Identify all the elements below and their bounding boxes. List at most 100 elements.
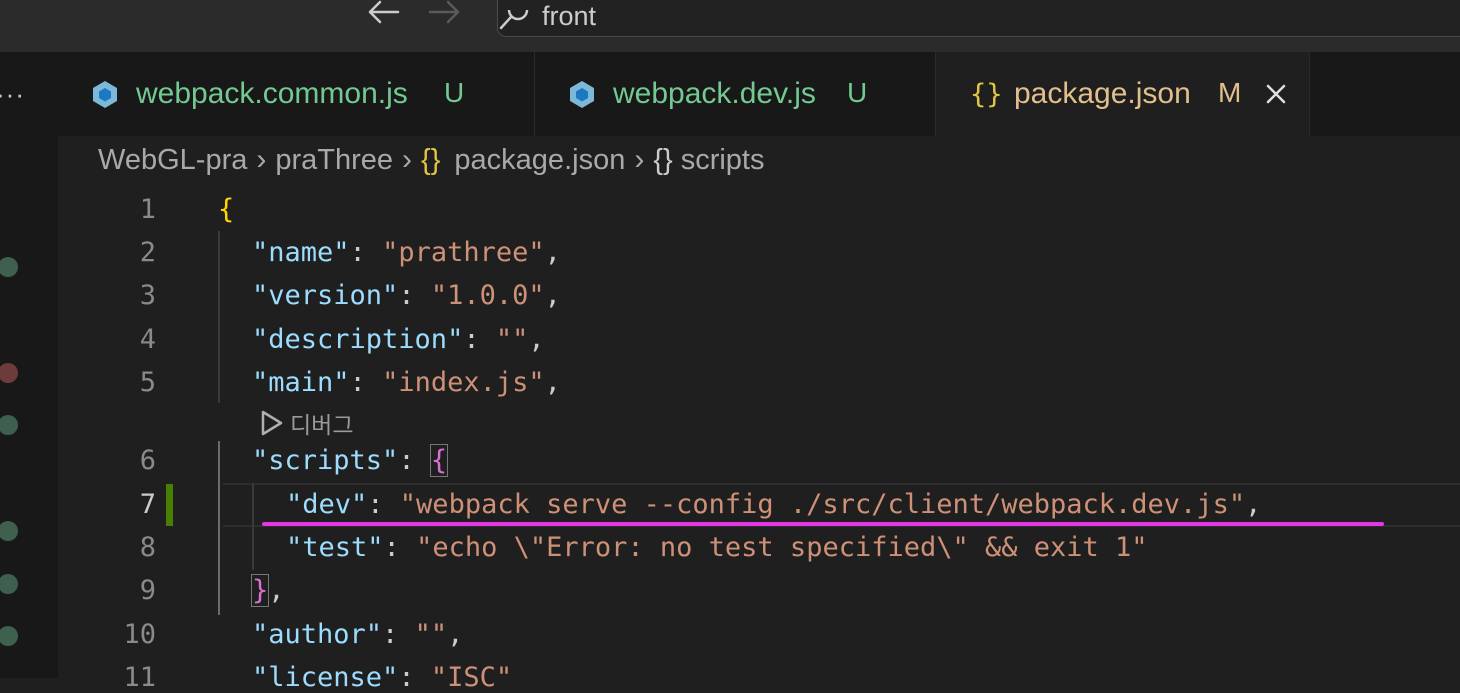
scm-decoration-dot bbox=[0, 363, 18, 383]
highlight-underline bbox=[262, 522, 1384, 526]
ellipsis-icon[interactable]: ··· bbox=[0, 81, 25, 107]
indent-guide-active bbox=[218, 441, 220, 615]
symbol-braces-icon: {} bbox=[653, 143, 673, 176]
tab-bar: webpack.common.js U webpack.dev.js U {} … bbox=[58, 52, 1460, 136]
play-icon bbox=[261, 410, 283, 436]
webpack-icon bbox=[570, 81, 594, 108]
webpack-icon bbox=[93, 81, 117, 108]
breadcrumb-item[interactable]: WebGL-pra bbox=[98, 144, 247, 176]
codelens-debug[interactable]: 디버그 bbox=[258, 406, 353, 440]
line-number-active: 7 bbox=[139, 489, 156, 520]
json-string: "prathree" bbox=[382, 237, 545, 268]
indent-guide bbox=[218, 231, 220, 403]
json-string: "webpack serve --config ./src/client/web… bbox=[399, 489, 1246, 520]
scm-decoration-dot bbox=[0, 626, 18, 646]
json-string: "echo \"Error: no test specified\" && ex… bbox=[416, 532, 1148, 563]
code-line-9: }, bbox=[250, 574, 285, 607]
modified-line-gutter-indicator bbox=[166, 484, 173, 526]
colon: : bbox=[383, 532, 417, 563]
line-number: 3 bbox=[139, 280, 156, 311]
breadcrumb-item[interactable]: package.json bbox=[454, 144, 625, 176]
codelens-label: 디버그 bbox=[290, 412, 354, 438]
back-button[interactable] bbox=[364, 0, 404, 26]
colon: : bbox=[398, 280, 431, 311]
breadcrumb: WebGL-pra › praThree ›{} package.json ›{} scri… bbox=[98, 143, 765, 183]
comma: , bbox=[447, 619, 464, 650]
code-line-2: "name": "prathree", bbox=[252, 237, 561, 268]
modified-badge: M bbox=[1218, 77, 1242, 108]
tab-webpack-dev[interactable]: webpack.dev.js U bbox=[535, 52, 936, 136]
forward-button[interactable] bbox=[426, 0, 466, 26]
code-line-6: "scripts": { bbox=[252, 444, 449, 477]
line-number: 6 bbox=[139, 445, 156, 476]
code-line-7: "dev": "webpack serve --config ./src/cli… bbox=[286, 489, 1261, 520]
code-line-3: "version": "1.0.0", bbox=[252, 280, 561, 311]
code-line-1: { bbox=[218, 194, 234, 225]
json-key: "test" bbox=[286, 532, 384, 563]
code-line-10: "author": "", bbox=[252, 619, 463, 650]
tab-package-json[interactable]: {} package.json M bbox=[936, 52, 1309, 136]
arrow-left-icon bbox=[368, 0, 400, 24]
comma: , bbox=[1245, 489, 1262, 520]
json-key: "description" bbox=[252, 324, 464, 355]
tab-label: webpack.common.js bbox=[136, 77, 408, 110]
arrow-right-icon bbox=[428, 0, 460, 24]
search-icon bbox=[499, 10, 529, 30]
code-line-8: "test": "echo \"Error: no test specified… bbox=[286, 532, 1148, 563]
scm-decoration-dot bbox=[0, 574, 18, 594]
line-number: 9 bbox=[139, 575, 156, 606]
breadcrumb-item[interactable]: praThree bbox=[275, 144, 393, 176]
comma: , bbox=[544, 367, 561, 398]
indent-guide bbox=[252, 484, 254, 570]
line-number: 5 bbox=[139, 367, 156, 398]
comma: , bbox=[544, 237, 561, 268]
chevron-right-icon: › bbox=[634, 143, 645, 177]
code-editor[interactable]: 1 2 3 4 5 6 7 8 9 10 11 { "name": "prath… bbox=[58, 188, 1460, 693]
json-key: "name" bbox=[252, 237, 350, 268]
chevron-right-icon: › bbox=[402, 143, 413, 177]
json-key: "version" bbox=[252, 280, 399, 311]
line-number: 1 bbox=[139, 194, 156, 225]
json-key: "main" bbox=[252, 367, 350, 398]
scm-decoration-dot bbox=[0, 415, 18, 435]
comma: , bbox=[528, 324, 545, 355]
title-bar: front bbox=[0, 0, 1460, 52]
tab-bar-empty-space bbox=[1309, 52, 1460, 136]
tab-webpack-common[interactable]: webpack.common.js U bbox=[58, 52, 535, 136]
scm-decoration-dot bbox=[0, 521, 18, 541]
colon: : bbox=[349, 237, 383, 268]
command-center-text: front bbox=[542, 1, 597, 31]
chevron-right-icon: › bbox=[256, 143, 267, 177]
tab-label: package.json bbox=[1014, 77, 1191, 110]
tab-label: webpack.dev.js bbox=[613, 77, 816, 110]
line-number: 8 bbox=[139, 532, 156, 563]
json-string: "index.js" bbox=[382, 367, 545, 398]
comma: , bbox=[544, 280, 561, 311]
json-key: "scripts" bbox=[252, 445, 399, 476]
comma: , bbox=[268, 575, 285, 606]
command-center[interactable] bbox=[497, 0, 1460, 37]
code-line-4: "description": "", bbox=[252, 324, 545, 355]
line-number: 4 bbox=[139, 324, 156, 355]
json-string: "1.0.0" bbox=[430, 280, 545, 311]
colon: : bbox=[463, 324, 496, 355]
open-brace: { bbox=[218, 194, 235, 225]
breadcrumb-item[interactable]: scripts bbox=[681, 144, 765, 176]
line-number: 10 bbox=[123, 619, 156, 650]
colon: : bbox=[382, 619, 415, 650]
untracked-badge: U bbox=[444, 77, 465, 108]
colon: : bbox=[367, 489, 400, 520]
close-brace: } bbox=[250, 574, 270, 607]
line-number: 2 bbox=[139, 237, 156, 268]
json-braces-icon: {} bbox=[970, 79, 1003, 110]
json-braces-icon: {} bbox=[421, 143, 441, 176]
json-string: "" bbox=[414, 619, 448, 650]
untracked-badge: U bbox=[847, 77, 868, 108]
colon: : bbox=[398, 445, 431, 476]
scm-decoration-dot bbox=[0, 257, 18, 277]
activity-bar: ··· bbox=[0, 52, 58, 678]
colon: : bbox=[349, 367, 383, 398]
json-string: "" bbox=[495, 324, 529, 355]
json-key: "author" bbox=[252, 619, 383, 650]
close-icon[interactable] bbox=[1264, 82, 1288, 106]
